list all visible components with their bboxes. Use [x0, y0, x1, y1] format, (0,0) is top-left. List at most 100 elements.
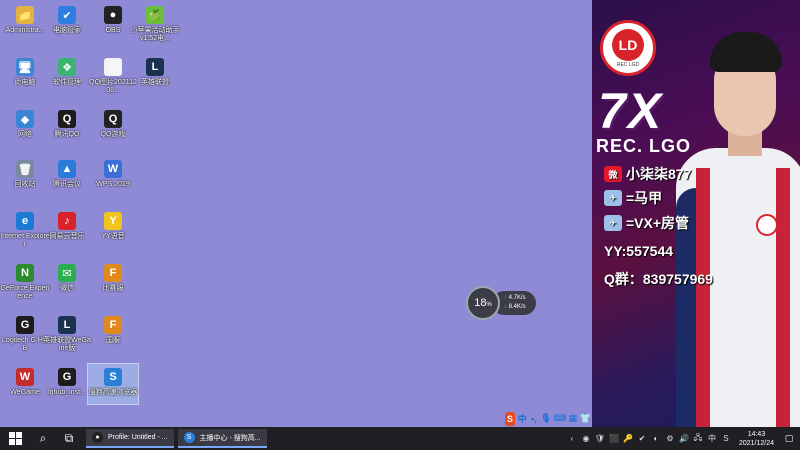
- desktop-icon-label: 电脑管家: [53, 27, 81, 34]
- download-arrow-icon: ↓: [504, 304, 507, 310]
- taskbar: ⌕ ⧉ ● Profile: Untitled - ... S 主播中心 - 搜狗高.…: [0, 427, 800, 450]
- ime-toolbar-item-icon[interactable]: 👕: [580, 413, 591, 424]
- social-icon: ✈: [604, 215, 622, 231]
- tray-icon[interactable]: 中: [707, 434, 717, 444]
- app-icon: Q: [58, 110, 76, 128]
- desktop-icon[interactable]: F 国服: [88, 312, 138, 364]
- desktop-icon[interactable]: ✔ 电脑管家: [42, 2, 92, 54]
- app-icon: L: [146, 58, 164, 76]
- tray-icon[interactable]: ◐: [651, 434, 661, 444]
- app-icon: N: [16, 264, 34, 282]
- app-icon: G: [16, 316, 34, 334]
- tray-icon[interactable]: ◉: [581, 434, 591, 444]
- team-logo-mark: LD: [612, 28, 644, 61]
- sogou-ime-icon[interactable]: S: [505, 411, 515, 426]
- social-icon: ✈: [604, 190, 622, 206]
- search-button[interactable]: ⌕: [30, 427, 56, 450]
- clock[interactable]: 14:43 2021/12/24: [735, 430, 778, 448]
- desktop-icon[interactable]: L 英雄联盟: [130, 54, 180, 106]
- taskbar-app-label: Profile: Untitled - ...: [108, 434, 168, 441]
- desktop-icon[interactable]: ▲ 腾讯会议: [42, 156, 92, 208]
- desktop-icon[interactable]: ❖ 软件管理: [42, 54, 92, 106]
- desktop-icon-label: 腾讯QQ: [54, 131, 80, 138]
- desktop[interactable]: 📁 Administra... ✔ 电脑管家 ● OBS 🍏 小苹果活动助手v1.52电...…: [0, 0, 592, 427]
- download-speed: 8.4: [508, 304, 518, 310]
- streamer-photo: [676, 18, 800, 427]
- tray-icon[interactable]: S: [721, 434, 731, 444]
- desktop-icon-label: 小苹果活动助手v1.52电...: [130, 27, 180, 42]
- app-icon: 🍏: [146, 6, 164, 24]
- tray-icon[interactable]: ✔: [637, 434, 647, 444]
- tray-icon[interactable]: 🛡: [595, 434, 605, 444]
- desktop-icon[interactable]: Glghub_inst...: [42, 364, 92, 416]
- notification-center-button[interactable]: ▢: [782, 433, 796, 444]
- desktop-icon-label: 腾讯会议: [53, 181, 81, 188]
- ime-toolbar-item-icon[interactable]: •,: [530, 413, 538, 424]
- social-icon: 微: [604, 166, 622, 182]
- desktop-icon[interactable]: F 比赛服: [88, 260, 138, 312]
- start-button[interactable]: [0, 427, 30, 450]
- app-icon: F: [104, 264, 122, 282]
- app-icon: Y: [104, 212, 122, 230]
- tray-icon[interactable]: 🔑: [623, 434, 633, 444]
- team-logo-text: REC LGD: [616, 61, 640, 68]
- app-icon: ♪: [58, 212, 76, 230]
- desktop-icon-label: YY语音: [101, 233, 125, 240]
- overlay-info-line: YY:557544: [604, 243, 673, 259]
- ime-toolbar-item-icon[interactable]: ⌨: [553, 413, 566, 424]
- search-icon: ⌕: [39, 431, 47, 445]
- taskbar-app-icon: ●: [92, 432, 103, 443]
- tray-icon[interactable]: 🖧: [693, 433, 703, 444]
- desktop-icon[interactable]: ✉ 微信: [42, 260, 92, 312]
- desktop-icon-label: 搜狗高速浏览器: [88, 389, 138, 396]
- desktop-icon-label: 软件管理: [53, 79, 81, 86]
- app-icon: L: [58, 316, 76, 334]
- team-badge-icon: [756, 214, 778, 236]
- desktop-icon[interactable]: Y YY语音: [88, 208, 138, 260]
- tray-icon[interactable]: ⬛: [609, 434, 619, 444]
- tray-icon[interactable]: ‹: [567, 434, 577, 444]
- overlay-info-line: ✈ =马甲: [604, 188, 662, 208]
- clock-time: 14:43: [747, 430, 766, 438]
- app-icon: ✔: [58, 6, 76, 24]
- app-icon: ▲: [58, 160, 76, 178]
- desktop-icon[interactable]: L 英雄联盟WeGame版: [42, 312, 92, 364]
- cpu-unit: %: [486, 301, 492, 308]
- performance-widget[interactable]: ↑ 4.7K/s ↓ 8.4K/s 18%: [466, 286, 536, 320]
- app-icon: ●: [104, 6, 122, 24]
- task-view-button[interactable]: ⧉: [56, 427, 82, 450]
- app-icon: 🖥: [16, 58, 34, 76]
- desktop-icon[interactable]: Q 腾讯QQ: [42, 106, 92, 158]
- overlay-info-text: YY:557544: [604, 243, 674, 259]
- app-icon: 📁: [16, 6, 34, 24]
- ime-toolbar[interactable]: S 中 •, 🎙 ⌨ ▦ 👕: [503, 410, 591, 427]
- system-tray: ‹ ◉ 🛡 ⬛ 🔑 ✔ ◐ ⚙ 🔊 🖧 中 S 14:43 2021/12/24 ▢: [567, 427, 800, 450]
- ime-toolbar-item-icon[interactable]: ▦: [568, 413, 577, 424]
- app-icon: Q: [104, 110, 122, 128]
- desktop-icon[interactable]: 🍏 小苹果活动助手v1.52电...: [130, 2, 180, 54]
- upload-speed: 4.7: [508, 295, 518, 301]
- taskbar-app-button[interactable]: S 主播中心 - 搜狗高...: [177, 429, 267, 448]
- desktop-icon-label: 英雄联盟WeGame版: [43, 337, 91, 352]
- desktop-icon[interactable]: S 搜狗高速浏览器: [87, 363, 139, 405]
- desktop-icon[interactable]: Q QQ游戏: [88, 106, 138, 158]
- overlay-info-text: 小柒柒877: [626, 166, 692, 182]
- desktop-icon-label: 英雄联盟: [141, 79, 169, 86]
- overlay-info-line: 微小柒柒877: [604, 164, 691, 184]
- tray-icon[interactable]: 🔊: [679, 434, 689, 444]
- overlay-info-line: Q群：839757969: [604, 269, 713, 289]
- desktop-icon[interactable]: W WPS 2019: [88, 156, 138, 208]
- cpu-ring: 18%: [466, 286, 500, 320]
- app-icon: 🗑: [16, 160, 34, 178]
- tray-icon[interactable]: ⚙: [665, 434, 675, 444]
- desktop-icon[interactable]: ♪ 网易云音乐: [42, 208, 92, 260]
- team-name: REC. LGO: [596, 136, 692, 156]
- overlay-info-text: =马甲: [626, 190, 663, 206]
- desktop-icon-label: 国服: [106, 337, 120, 344]
- taskbar-app-button[interactable]: ● Profile: Untitled - ...: [86, 429, 174, 448]
- ime-toolbar-item-icon[interactable]: 🎙: [540, 413, 551, 424]
- upload-arrow-icon: ↑: [504, 295, 507, 301]
- app-icon: e: [16, 212, 34, 230]
- app-icon: ▭: [104, 58, 122, 76]
- ime-toolbar-item-icon[interactable]: 中: [518, 413, 527, 424]
